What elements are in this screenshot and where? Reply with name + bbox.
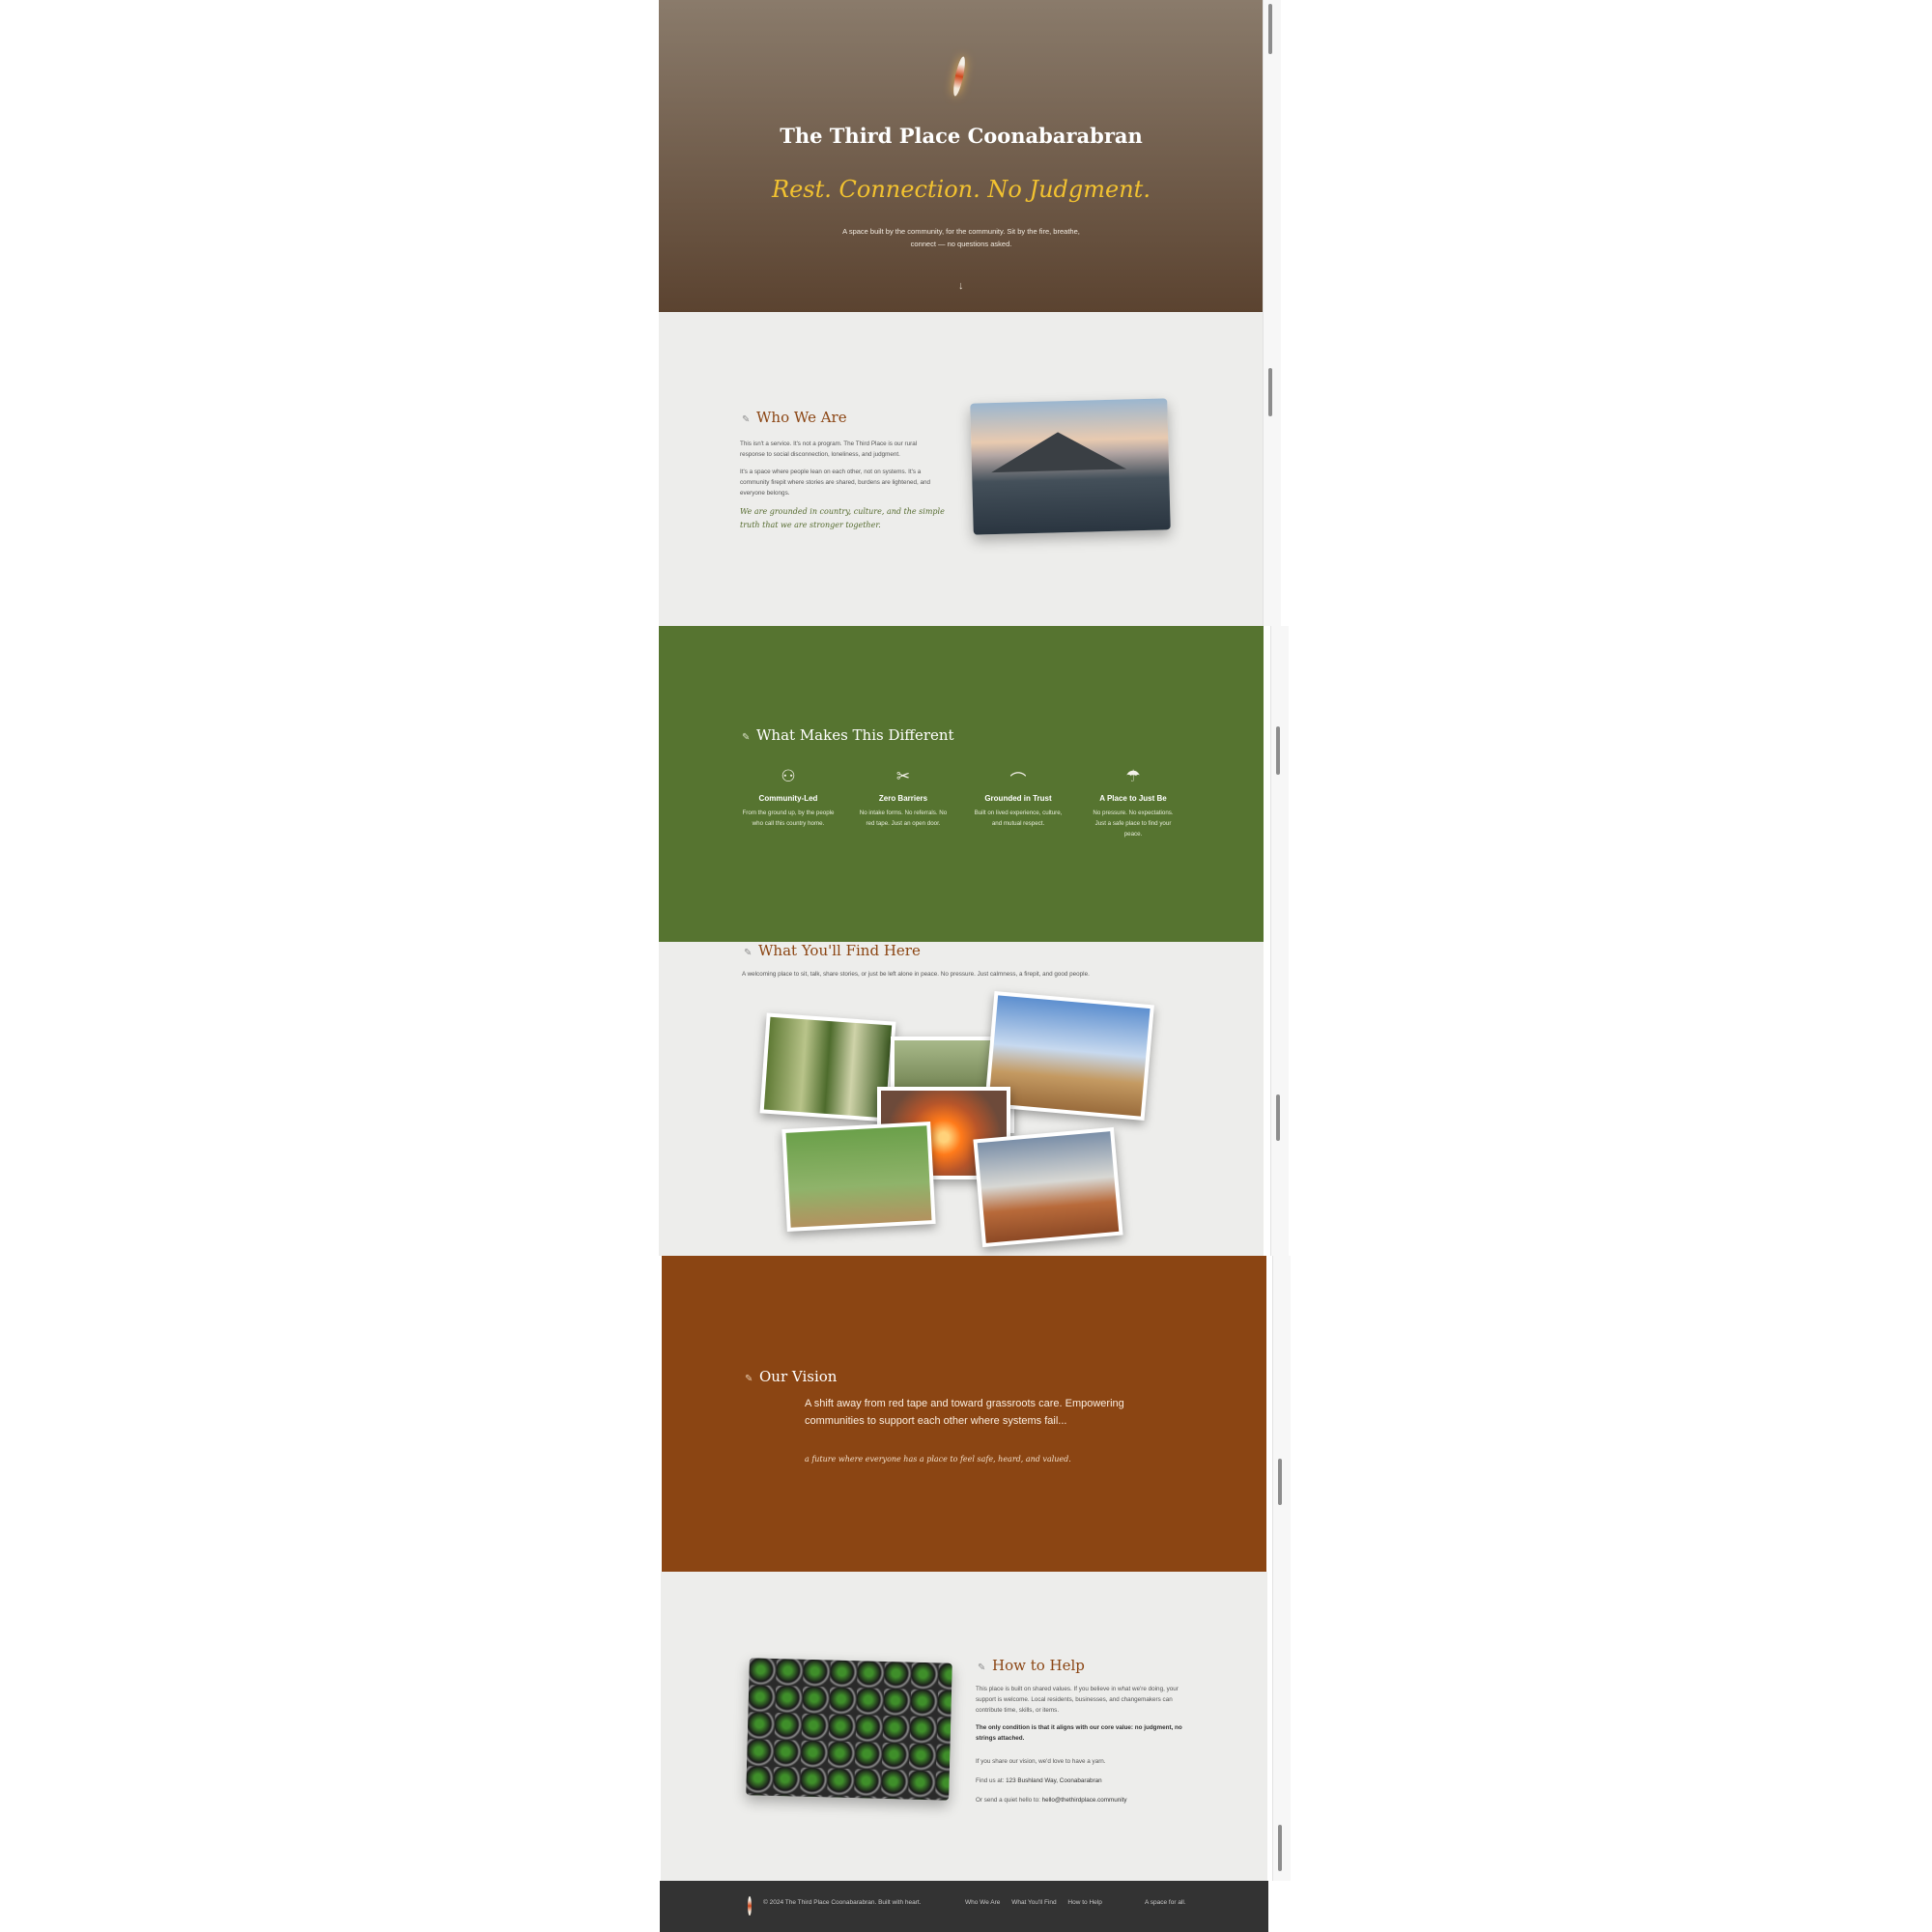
- feature-community-led: ⚇ Community-Led From the ground up, by t…: [742, 767, 835, 829]
- what-youll-find-section: ✎ What You'll Find Here A welcoming place…: [659, 942, 1264, 1256]
- who-paragraph-1: This isn't a service. It's not a program…: [740, 440, 918, 458]
- kangaroos-photo: [781, 1122, 936, 1232]
- vision-sub: a future where everyone has a place to f…: [805, 1455, 1071, 1463]
- mountain-lake-photo: [970, 398, 1171, 535]
- footer-link-what-youll-find[interactable]: What You'll Find: [1011, 1899, 1056, 1906]
- help-paragraph-2: The only condition is that it aligns wit…: [976, 1724, 1182, 1742]
- footer-link-who-we-are[interactable]: Who We Are: [965, 1899, 1000, 1906]
- help-paragraph-1: This place is built on shared values. If…: [976, 1686, 1179, 1714]
- section-heading: ✎ What You'll Find Here: [744, 942, 921, 959]
- enamel-mugs-photo: [973, 1126, 1123, 1248]
- section-heading: ✎ Our Vision: [745, 1368, 838, 1385]
- feature-title: Zero Barriers: [878, 794, 928, 803]
- footer-link-how-to-help[interactable]: How to Help: [1067, 1899, 1101, 1906]
- who-we-are-section: ✎ Who We Are This isn't a service. It's n…: [659, 312, 1264, 626]
- footer: © 2024 The Third Place Coonabarabran. Bu…: [660, 1881, 1268, 1932]
- feather-pen-icon: ✎: [744, 948, 753, 958]
- people-icon: ⚇: [781, 767, 796, 785]
- help-email: Or send a quiet hello to: hello@thethird…: [976, 1797, 1127, 1804]
- feather-logo-icon: [748, 1896, 752, 1916]
- section-heading: ✎ What Makes This Different: [742, 726, 954, 744]
- rainbow-icon: ⌒: [1009, 772, 1027, 790]
- scrollbar[interactable]: [1272, 1256, 1291, 1572]
- vision-lead: A shift away from red tape and toward gr…: [805, 1398, 1124, 1427]
- feature-title: Community-Led: [758, 794, 818, 803]
- who-quote: We are grounded in country, culture, and…: [740, 507, 945, 529]
- hero-tagline: Rest. Connection. No Judgment.: [772, 176, 1151, 203]
- footer-tagline: A space for all.: [1145, 1899, 1186, 1906]
- feather-pen-icon: ✎: [742, 414, 751, 425]
- feature-title: A Place to Just Be: [1099, 794, 1167, 803]
- umbrella-icon: ☂: [1125, 767, 1141, 785]
- feather-pen-icon: ✎: [742, 732, 751, 743]
- feature-title: Grounded in Trust: [984, 794, 1052, 803]
- feather-pen-icon: ✎: [745, 1374, 753, 1384]
- address-text: 123 Bushland Way, Coonabarabran: [1006, 1777, 1102, 1784]
- help-address: Find us at: 123 Bushland Way, Coonabarab…: [976, 1777, 1102, 1784]
- forest-photo: [759, 1012, 896, 1122]
- our-vision-section: ✎ Our Vision A shift away from red tape a…: [662, 1256, 1266, 1572]
- email-link[interactable]: hello@thethirdplace.community: [1042, 1797, 1127, 1804]
- feature-desc: No pressure. No expectations. Just a saf…: [1093, 810, 1174, 838]
- feature-place-to-be: ☂ A Place to Just Be No pressure. No exp…: [1087, 767, 1179, 839]
- page: The Third Place Coonabarabran Rest. Conn…: [659, 0, 1291, 1932]
- scrollbar[interactable]: [1263, 312, 1281, 626]
- feature-desc: From the ground up, by the people who ca…: [742, 810, 835, 827]
- feature-zero-barriers: ✂ Zero Barriers No intake forms. No refe…: [857, 767, 950, 829]
- hero-section: The Third Place Coonabarabran Rest. Conn…: [659, 0, 1264, 312]
- hero-title: The Third Place Coonabarabran: [780, 124, 1143, 148]
- feature-desc: No intake forms. No referrals. No red ta…: [859, 810, 948, 827]
- feather-pen-icon: ✎: [978, 1662, 986, 1673]
- feature-desc: Built on lived experience, culture, and …: [974, 810, 1063, 827]
- arrow-down-icon[interactable]: ↓: [958, 280, 964, 292]
- section-heading: ✎ How to Help: [978, 1657, 1085, 1674]
- help-paragraph-3: If you share our vision, we'd love to ha…: [976, 1758, 1106, 1765]
- seedlings-photo: [746, 1658, 952, 1801]
- who-paragraph-2: It's a space where people lean on each o…: [740, 469, 931, 497]
- what-makes-different-section: ✎ What Makes This Different ⚇ Community-L…: [659, 626, 1264, 942]
- footer-nav: Who We Are What You'll Find How to Help: [965, 1899, 1112, 1906]
- scrollbar[interactable]: [1272, 1572, 1291, 1881]
- how-to-help-section: ✎ How to Help This place is built on shar…: [661, 1572, 1267, 1881]
- scrollbar[interactable]: [1270, 942, 1289, 1256]
- feather-logo-icon: [951, 55, 968, 98]
- section-heading: ✎ Who We Are: [742, 409, 847, 426]
- footer-copyright: © 2024 The Third Place Coonabarabran. Bu…: [763, 1899, 922, 1906]
- scissors-icon: ✂: [895, 767, 911, 785]
- scrollbar[interactable]: [1270, 626, 1289, 942]
- find-intro: A welcoming place to sit, talk, share st…: [742, 971, 1090, 978]
- hero-description: A space built by the community, for the …: [842, 227, 1080, 248]
- scrollbar[interactable]: [1263, 0, 1281, 312]
- feature-grounded-in-trust: ⌒ Grounded in Trust Built on lived exper…: [972, 767, 1065, 829]
